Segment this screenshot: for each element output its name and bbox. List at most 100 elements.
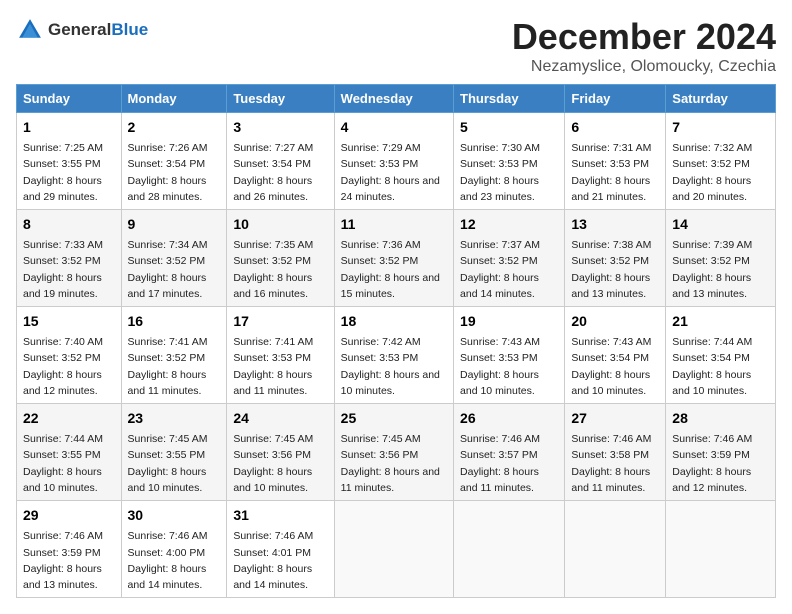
sunset-time: Sunset: 3:53 PM <box>341 352 419 364</box>
day-number: 2 <box>128 117 221 138</box>
sunrise-time: Sunrise: 7:35 AM <box>233 239 313 251</box>
daylight-hours: Daylight: 8 hours and 10 minutes. <box>233 466 312 494</box>
week-row-1: 1Sunrise: 7:25 AMSunset: 3:55 PMDaylight… <box>17 113 776 210</box>
day-number: 8 <box>23 214 115 235</box>
sunset-time: Sunset: 3:52 PM <box>460 255 538 267</box>
day-info: Sunrise: 7:39 AM Sunset: 3:52 PM Daylight:… <box>672 237 769 302</box>
day-number: 24 <box>233 408 327 429</box>
sunset-time: Sunset: 3:52 PM <box>23 352 101 364</box>
sunrise-time: Sunrise: 7:39 AM <box>672 239 752 251</box>
day-cell: 27Sunrise: 7:46 AMSunset: 3:58 PMDayligh… <box>565 404 666 501</box>
day-info: Sunrise: 7:27 AMSunset: 3:54 PMDaylight:… <box>233 140 327 205</box>
day-info: Sunrise: 7:38 AMSunset: 3:52 PMDaylight:… <box>571 237 659 302</box>
day-cell: 6Sunrise: 7:31 AMSunset: 3:53 PMDaylight… <box>565 113 666 210</box>
day-info: Sunrise: 7:45 AMSunset: 3:56 PMDaylight:… <box>341 431 447 496</box>
daylight-hours: Daylight: 8 hours and 13 minutes. <box>571 272 650 300</box>
day-cell: 8Sunrise: 7:33 AMSunset: 3:52 PMDaylight… <box>17 210 122 307</box>
daylight-hours: Daylight: 8 hours and 28 minutes. <box>128 175 207 203</box>
day-cell: 20Sunrise: 7:43 AMSunset: 3:54 PMDayligh… <box>565 307 666 404</box>
day-number: 10 <box>233 214 327 235</box>
header-cell-thursday: Thursday <box>454 85 565 113</box>
day-cell: 17Sunrise: 7:41 AMSunset: 3:53 PMDayligh… <box>227 307 334 404</box>
sunrise-time: Sunrise: 7:29 AM <box>341 142 421 154</box>
day-cell: 2Sunrise: 7:26 AMSunset: 3:54 PMDaylight… <box>121 113 227 210</box>
day-number: 5 <box>460 117 558 138</box>
day-cell: 4Sunrise: 7:29 AMSunset: 3:53 PMDaylight… <box>334 113 453 210</box>
day-info: Sunrise: 7:44 AMSunset: 3:54 PMDaylight:… <box>672 334 769 399</box>
day-info: Sunrise: 7:31 AMSunset: 3:53 PMDaylight:… <box>571 140 659 205</box>
sunset-time: Sunset: 3:53 PM <box>460 158 538 170</box>
sunset-time: Sunset: 3:52 PM <box>128 255 206 267</box>
day-cell: 19Sunrise: 7:43 AMSunset: 3:53 PMDayligh… <box>454 307 565 404</box>
daylight-hours: Daylight: 8 hours and 13 minutes. <box>672 272 751 300</box>
day-number: 18 <box>341 311 447 332</box>
header-row: SundayMondayTuesdayWednesdayThursdayFrid… <box>17 85 776 113</box>
week-row-4: 22Sunrise: 7:44 AMSunset: 3:55 PMDayligh… <box>17 404 776 501</box>
day-number: 26 <box>460 408 558 429</box>
sunrise-time: Sunrise: 7:40 AM <box>23 336 103 348</box>
day-cell: 9Sunrise: 7:34 AMSunset: 3:52 PMDaylight… <box>121 210 227 307</box>
day-cell: 28Sunrise: 7:46 AMSunset: 3:59 PMDayligh… <box>666 404 776 501</box>
daylight-hours: Daylight: 8 hours and 17 minutes. <box>128 272 207 300</box>
day-cell: 12 Sunrise: 7:37 AM Sunset: 3:52 PM Dayligh… <box>454 210 565 307</box>
logo-blue: Blue <box>111 20 148 39</box>
sunset-time: Sunset: 3:53 PM <box>571 158 649 170</box>
day-cell <box>454 501 565 598</box>
daylight-hours: Daylight: 8 hours and 10 minutes. <box>571 369 650 397</box>
daylight-hours: Daylight: 8 hours and 12 minutes. <box>23 369 102 397</box>
sunrise-time: Sunrise: 7:45 AM <box>128 433 208 445</box>
sunrise-time: Sunrise: 7:33 AM <box>23 239 103 251</box>
sunrise-time: Sunrise: 7:27 AM <box>233 142 313 154</box>
sunrise-time: Sunrise: 7:44 AM <box>672 336 752 348</box>
daylight-hours: Daylight: 8 hours and 14 minutes. <box>128 563 207 591</box>
sunset-time: Sunset: 3:55 PM <box>23 158 101 170</box>
day-cell: 1Sunrise: 7:25 AMSunset: 3:55 PMDaylight… <box>17 113 122 210</box>
daylight-hours: Daylight: 8 hours and 11 minutes. <box>571 466 650 494</box>
sunrise-time: Sunrise: 7:41 AM <box>233 336 313 348</box>
sunset-time: Sunset: 3:52 PM <box>233 255 311 267</box>
day-info: Sunrise: 7:43 AMSunset: 3:53 PMDaylight:… <box>460 334 558 399</box>
sunset-time: Sunset: 4:00 PM <box>128 547 206 559</box>
day-number: 11 <box>341 214 447 235</box>
sunset-time: Sunset: 3:56 PM <box>341 449 419 461</box>
sunset-time: Sunset: 3:52 PM <box>672 255 750 267</box>
header-cell-sunday: Sunday <box>17 85 122 113</box>
sunrise-time: Sunrise: 7:46 AM <box>672 433 752 445</box>
sunrise-time: Sunrise: 7:46 AM <box>460 433 540 445</box>
day-info: Sunrise: 7:46 AMSunset: 3:58 PMDaylight:… <box>571 431 659 496</box>
day-info: Sunrise: 7:46 AMSunset: 4:00 PMDaylight:… <box>128 528 221 593</box>
daylight-hours: Daylight: 8 hours and 12 minutes. <box>672 466 751 494</box>
sunset-time: Sunset: 3:52 PM <box>571 255 649 267</box>
sunset-time: Sunset: 3:52 PM <box>23 255 101 267</box>
header-cell-tuesday: Tuesday <box>227 85 334 113</box>
day-cell: 22Sunrise: 7:44 AMSunset: 3:55 PMDayligh… <box>17 404 122 501</box>
sunrise-time: Sunrise: 7:42 AM <box>341 336 421 348</box>
week-row-5: 29Sunrise: 7:46 AMSunset: 3:59 PMDayligh… <box>17 501 776 598</box>
daylight-hours: Daylight: 8 hours and 11 minutes. <box>128 369 207 397</box>
day-number: 12 <box>460 214 558 235</box>
day-number: 27 <box>571 408 659 429</box>
day-cell: 16Sunrise: 7:41 AMSunset: 3:52 PMDayligh… <box>121 307 227 404</box>
sunset-time: Sunset: 3:59 PM <box>23 547 101 559</box>
header-cell-monday: Monday <box>121 85 227 113</box>
day-info: Sunrise: 7:46 AMSunset: 3:59 PMDaylight:… <box>672 431 769 496</box>
sunset-time: Sunset: 3:54 PM <box>571 352 649 364</box>
main-title: December 2024 <box>512 16 776 58</box>
sunset-time: Sunset: 3:57 PM <box>460 449 538 461</box>
day-number: 14 <box>672 214 769 235</box>
day-cell: 13Sunrise: 7:38 AMSunset: 3:52 PMDayligh… <box>565 210 666 307</box>
sunrise-time: Sunrise: 7:37 AM <box>460 239 540 251</box>
day-cell: 15Sunrise: 7:40 AMSunset: 3:52 PMDayligh… <box>17 307 122 404</box>
sunrise-time: Sunrise: 7:45 AM <box>341 433 421 445</box>
day-number: 23 <box>128 408 221 429</box>
header-cell-wednesday: Wednesday <box>334 85 453 113</box>
day-number: 4 <box>341 117 447 138</box>
subtitle: Nezamyslice, Olomoucky, Czechia <box>512 58 776 76</box>
day-cell: 11Sunrise: 7:36 AMSunset: 3:52 PMDayligh… <box>334 210 453 307</box>
daylight-hours: Daylight: 8 hours and 14 minutes. <box>460 272 539 300</box>
logo: GeneralBlue <box>16 16 148 44</box>
sunrise-time: Sunrise: 7:34 AM <box>128 239 208 251</box>
daylight-hours: Daylight: 8 hours and 15 minutes. <box>341 272 440 300</box>
calendar-table: SundayMondayTuesdayWednesdayThursdayFrid… <box>16 84 776 598</box>
sunrise-time: Sunrise: 7:26 AM <box>128 142 208 154</box>
